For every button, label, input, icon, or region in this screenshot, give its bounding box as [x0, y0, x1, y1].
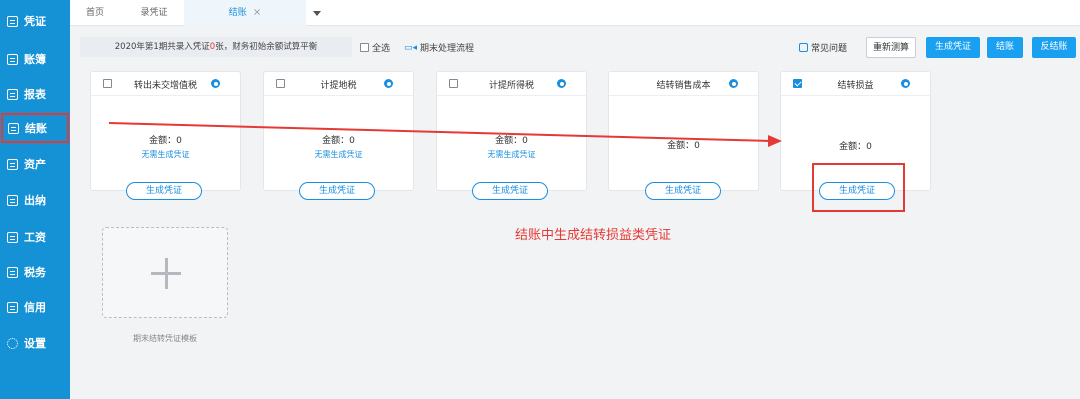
add-template-button[interactable] [102, 227, 228, 318]
plus-icon [165, 258, 168, 289]
annotation-text: 结账中生成结转损益类凭证 [515, 228, 672, 243]
template-label: 期末结转凭证模板 [133, 334, 197, 343]
